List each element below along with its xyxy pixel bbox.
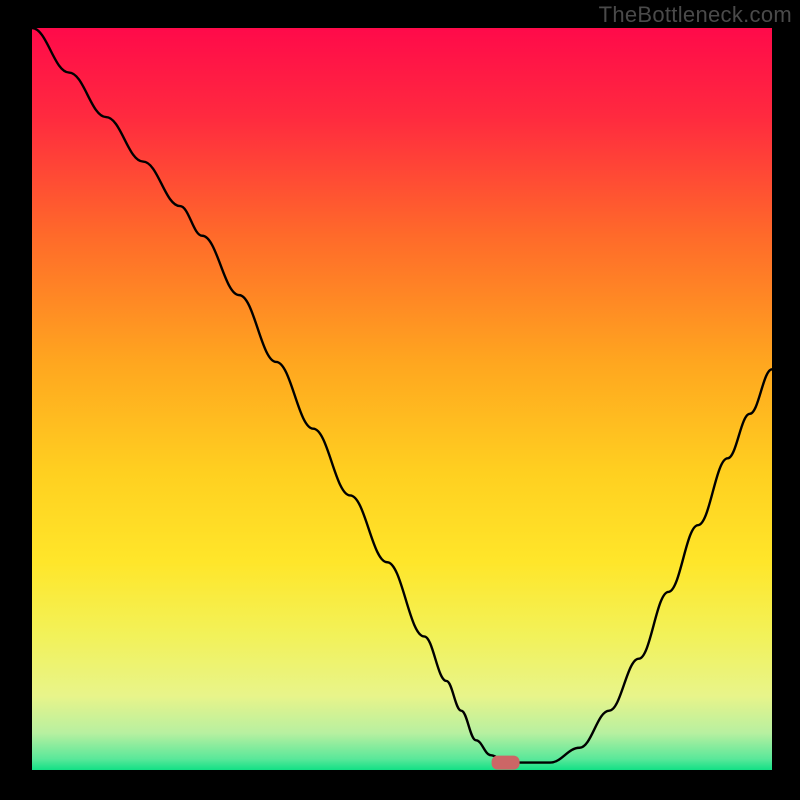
optimal-marker [492,756,520,770]
bottleneck-chart [32,28,772,770]
chart-background [32,28,772,770]
watermark-source: TheBottleneck.com [599,2,792,28]
